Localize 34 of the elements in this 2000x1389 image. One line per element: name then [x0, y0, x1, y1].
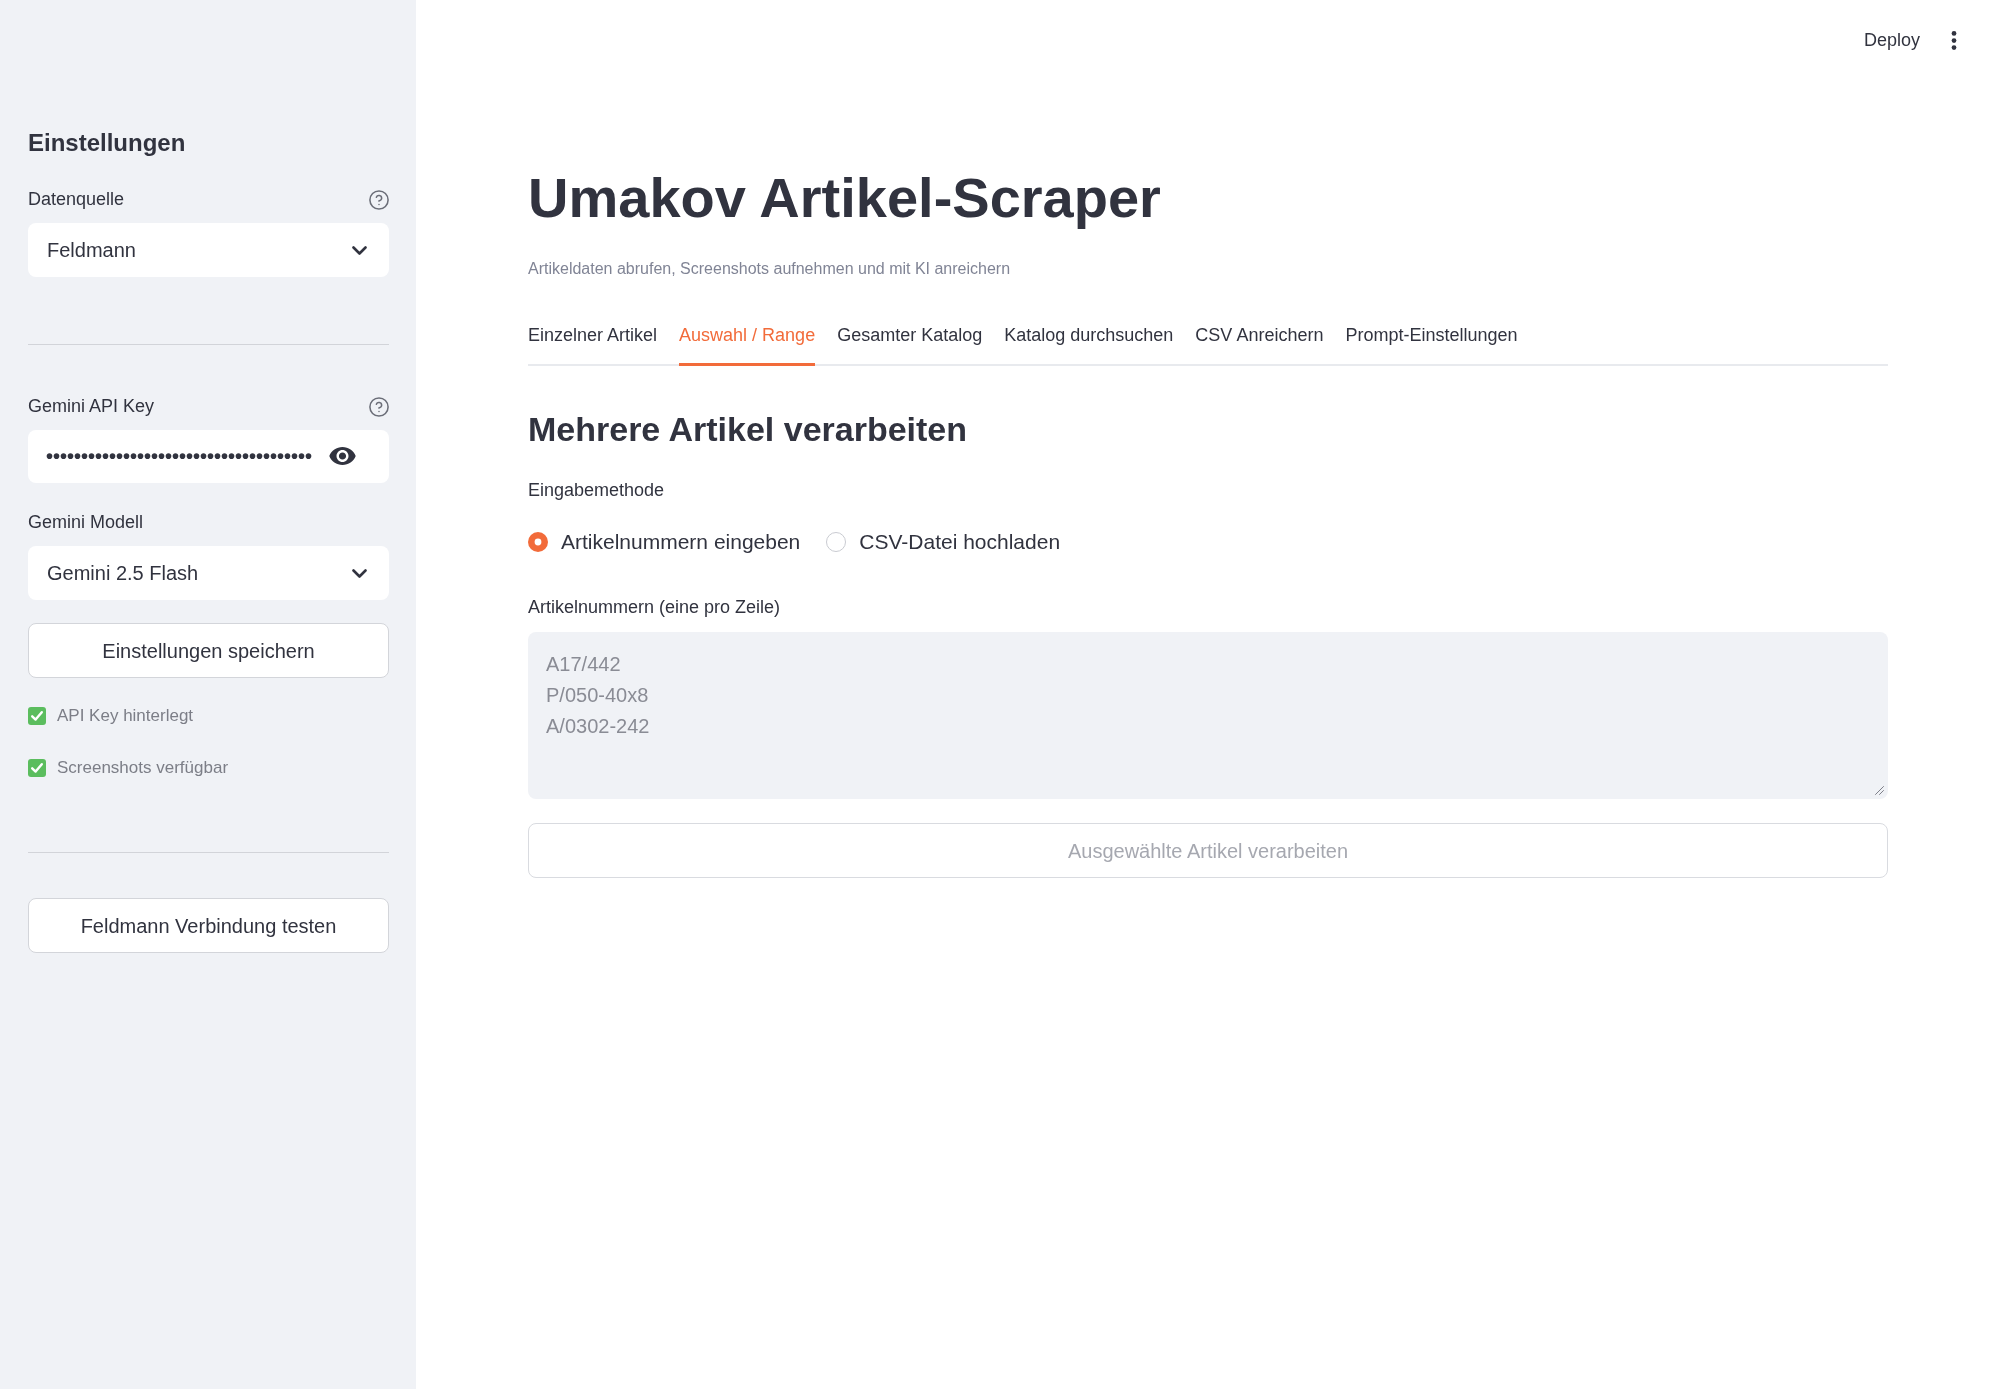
sidebar-title: Einstellungen: [28, 128, 187, 158]
eye-icon[interactable]: [329, 447, 356, 465]
chevron-down-icon: [352, 245, 367, 255]
tab[interactable]: Prompt-Einstellungen: [1345, 321, 1518, 366]
status-text: Screenshots verfügbar: [57, 757, 229, 779]
field-label: Artikelnummern (eine pro Zeile): [528, 596, 782, 619]
page-title: Umakov Artikel-Scraper: [528, 165, 1162, 231]
tab[interactable]: Einzelner Artikel: [528, 321, 658, 366]
radio-option[interactable]: CSV-Datei hochladen: [826, 527, 1061, 557]
help-icon[interactable]: [369, 189, 389, 210]
field-label: Datenquelle: [28, 188, 125, 211]
field-label: Gemini Modell: [28, 511, 144, 534]
model-select[interactable]: Gemini 2.5 Flash: [28, 546, 389, 600]
resize-handle-icon[interactable]: [1875, 786, 1884, 795]
help-icon[interactable]: [369, 396, 389, 417]
field-label: Eingabemethode: [528, 479, 666, 502]
deploy-button[interactable]: Deploy: [1855, 22, 1928, 58]
radio-icon[interactable]: [528, 532, 548, 552]
status-text: API Key hinterlegt: [57, 705, 194, 727]
more-menu-icon[interactable]: [1951, 30, 1957, 50]
radio-icon[interactable]: [826, 532, 847, 552]
data-source-select[interactable]: Feldmann: [28, 223, 389, 277]
test-connection-button[interactable]: Feldmann Verbindung testen: [28, 898, 389, 953]
tab[interactable]: CSV Anreichern: [1195, 321, 1324, 366]
chevron-down-icon: [352, 568, 367, 578]
api-key-field[interactable]: ••••••••••••••••••••••••••••••••••••••: [28, 430, 389, 483]
save-settings-button[interactable]: Einstellungen speichern: [28, 623, 389, 678]
tab[interactable]: Katalog durchsuchen: [1004, 321, 1174, 366]
tab[interactable]: Gesamter Katalog: [837, 321, 983, 366]
radio-option[interactable]: Artikelnummern eingeben: [528, 527, 801, 557]
section-heading: Mehrere Artikel verarbeiten: [528, 409, 969, 450]
page-subtitle: Artikeldaten abrufen, Screenshots aufnehmen und mit KI anreichern: [528, 259, 1012, 279]
field-label: Gemini API Key: [28, 395, 155, 418]
article-numbers-field[interactable]: A17/442 P/050-40x8 A/0302-242: [528, 632, 1888, 799]
